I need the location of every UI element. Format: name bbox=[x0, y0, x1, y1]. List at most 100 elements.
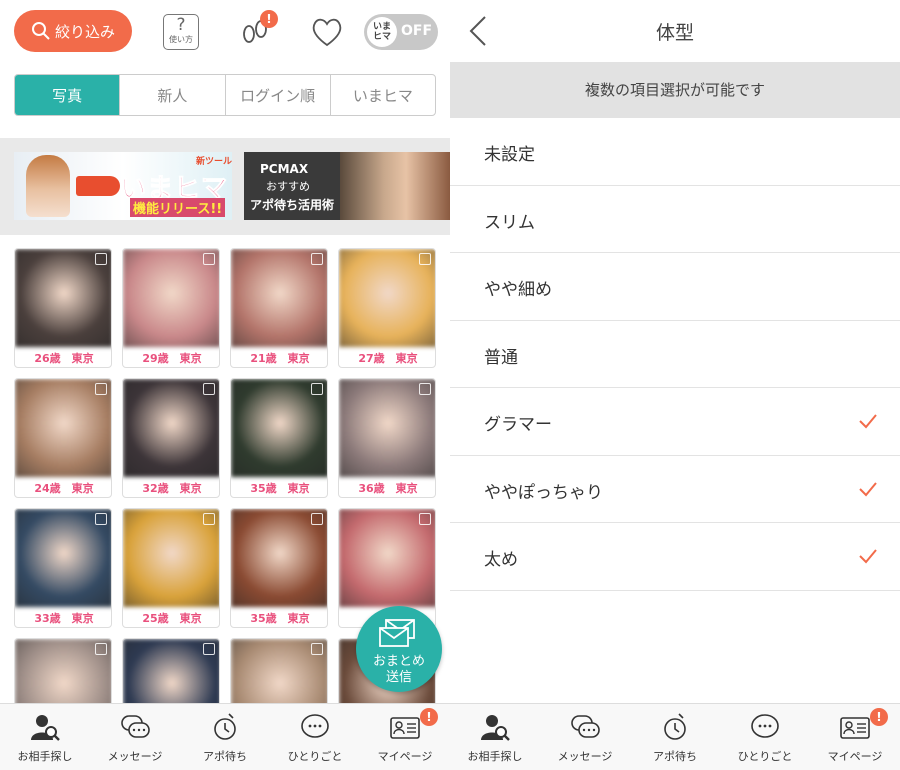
nav-item-メッセージ[interactable]: メッセージ bbox=[540, 704, 630, 770]
profile-card[interactable]: 33歳 東京 bbox=[14, 508, 112, 628]
body-type-option[interactable]: スリム bbox=[450, 186, 900, 253]
option-label: スリム bbox=[484, 212, 535, 233]
option-label: 未設定 bbox=[484, 145, 535, 165]
body-type-option[interactable]: 普通 bbox=[450, 321, 900, 388]
imahima-release-banner[interactable]: 新ツール いまヒマ 機能リリース!! bbox=[14, 152, 232, 220]
photo-count-icon bbox=[203, 513, 215, 525]
bulk-send-button[interactable]: おまとめ 送信 bbox=[356, 606, 442, 692]
filter-button[interactable]: 絞り込み bbox=[14, 10, 132, 52]
nav-item-メッセージ[interactable]: メッセージ bbox=[90, 704, 180, 770]
heart-icon bbox=[312, 18, 342, 47]
nav-item-マイページ[interactable]: マイページ! bbox=[360, 704, 450, 770]
profile-card[interactable]: 24歳 東京 bbox=[14, 378, 112, 498]
photo-count-icon bbox=[203, 643, 215, 655]
banner2-brand: PCMAX bbox=[260, 162, 309, 176]
sort-tabs: 写真 新人 ログイン順 いまヒマ bbox=[14, 74, 436, 116]
nav-item-アポ待ち[interactable]: アポ待ち bbox=[630, 704, 720, 770]
checkmark-icon bbox=[859, 549, 877, 564]
toggle-knob: いま ヒマ bbox=[367, 17, 397, 47]
profile-card[interactable]: 26歳 東京 bbox=[14, 248, 112, 368]
banner2-recommend: おすすめ bbox=[266, 180, 310, 193]
nav-item-ひとりごと[interactable]: ひとりごと bbox=[720, 704, 810, 770]
nav-label: お相手探し bbox=[17, 750, 73, 763]
profile-card[interactable]: 21歳 東京 bbox=[230, 248, 328, 368]
bottom-navigation: お相手探し メッセージ アポ待ち ひとりごと マイページ! bbox=[450, 703, 900, 770]
nav-item-お相手探し[interactable]: お相手探し bbox=[450, 704, 540, 770]
toggle-state: OFF bbox=[401, 23, 433, 39]
profile-card[interactable] bbox=[14, 638, 112, 703]
tab-login-order[interactable]: ログイン順 bbox=[224, 75, 330, 115]
banner-person-image bbox=[26, 155, 70, 217]
nav-label: ひとりごと bbox=[287, 750, 343, 763]
banner-new-tag: 新ツール bbox=[196, 157, 232, 167]
body-type-option[interactable]: 太め bbox=[450, 523, 900, 591]
appointment-icon bbox=[664, 713, 686, 740]
body-type-option[interactable]: 未設定 bbox=[450, 118, 900, 186]
option-label: グラマー bbox=[484, 415, 552, 435]
tab-photo[interactable]: 写真 bbox=[15, 75, 120, 115]
tab-imahima[interactable]: いまヒマ bbox=[329, 75, 435, 115]
body-type-option[interactable]: やや細め bbox=[450, 253, 900, 321]
profile-card[interactable]: 25歳 東京 bbox=[122, 508, 220, 628]
profile-label: 33歳 東京 bbox=[34, 612, 94, 625]
nav-item-アポ待ち[interactable]: アポ待ち bbox=[180, 704, 270, 770]
profile-label: 35歳 東京 bbox=[250, 482, 310, 495]
banner-subtitle: 機能リリース!! bbox=[130, 198, 226, 217]
bottom-navigation: お相手探し メッセージ アポ待ち ひとりごと マイページ! bbox=[0, 703, 450, 770]
mypage-icon bbox=[390, 717, 420, 739]
nav-item-マイページ[interactable]: マイページ! bbox=[810, 704, 900, 770]
notification-badge: ! bbox=[420, 708, 438, 726]
monologue-icon bbox=[751, 714, 779, 738]
profile-label: 32歳 東京 bbox=[142, 482, 202, 495]
notification-badge: ! bbox=[870, 708, 888, 726]
body-type-option[interactable]: グラマー bbox=[450, 388, 900, 456]
photo-count-icon bbox=[203, 253, 215, 265]
profile-label: 24歳 東京 bbox=[34, 482, 94, 495]
profile-card[interactable]: 27歳 東京 bbox=[338, 248, 436, 368]
profile-card[interactable] bbox=[122, 638, 220, 703]
profile-card[interactable]: 35歳 東京 bbox=[230, 378, 328, 498]
favorites-button[interactable] bbox=[310, 16, 344, 48]
mypage-icon bbox=[840, 717, 870, 739]
body-type-options: 未設定スリムやや細め普通グラマーややぽっちゃり 太め bbox=[450, 118, 900, 591]
footprints-button[interactable]: ! bbox=[238, 10, 278, 50]
profile-card[interactable]: 32歳 東京 bbox=[122, 378, 220, 498]
nav-item-ひとりごと[interactable]: ひとりごと bbox=[270, 704, 360, 770]
help-button[interactable]: ? 使い方 bbox=[163, 14, 199, 50]
photo-count-icon bbox=[95, 253, 107, 265]
profile-label: 27歳 東京 bbox=[358, 352, 418, 365]
body-type-option[interactable]: ややぽっちゃり bbox=[450, 456, 900, 523]
profile-card[interactable] bbox=[230, 638, 328, 703]
nav-label: マイページ bbox=[827, 750, 883, 763]
message-icon bbox=[571, 715, 600, 738]
nav-label: お相手探し bbox=[467, 750, 523, 763]
option-label: ややぽっちゃり bbox=[484, 482, 603, 503]
option-label: 太め bbox=[484, 550, 518, 570]
nav-item-お相手探し[interactable]: お相手探し bbox=[0, 704, 90, 770]
partner-search-icon bbox=[31, 715, 60, 741]
appointment-guide-banner[interactable]: PCMAX おすすめ アポ待ち活用術 bbox=[244, 152, 450, 220]
header: 体型 bbox=[450, 0, 900, 62]
profile-card[interactable]: 29歳 東京 bbox=[122, 248, 220, 368]
photo-count-icon bbox=[419, 383, 431, 395]
photo-count-icon bbox=[95, 513, 107, 525]
banner-couple-image bbox=[340, 152, 450, 220]
help-label: 使い方 bbox=[169, 35, 193, 44]
profile-card[interactable]: 36歳 東京 bbox=[338, 378, 436, 498]
profile-card[interactable]: 35歳 東京 bbox=[230, 508, 328, 628]
photo-count-icon bbox=[311, 253, 323, 265]
nav-label: メッセージ bbox=[107, 750, 163, 763]
option-label: 普通 bbox=[484, 347, 518, 368]
option-label: やや細め bbox=[484, 280, 552, 300]
nav-label: ひとりごと bbox=[737, 750, 793, 763]
tab-new[interactable]: 新人 bbox=[119, 75, 224, 115]
monologue-icon bbox=[301, 714, 329, 738]
nav-label: アポ待ち bbox=[203, 750, 247, 763]
nav-label: アポ待ち bbox=[653, 750, 697, 763]
nav-label: マイページ bbox=[377, 750, 433, 763]
appointment-icon bbox=[214, 713, 236, 740]
photo-count-icon bbox=[311, 383, 323, 395]
profile-label: 35歳 東京 bbox=[250, 612, 310, 625]
search-screen: 絞り込み ? 使い方 ! いま ヒマ OFF 写真 新人 ログイン順 いまヒマ … bbox=[0, 0, 450, 770]
imahima-toggle[interactable]: いま ヒマ OFF bbox=[364, 14, 438, 50]
